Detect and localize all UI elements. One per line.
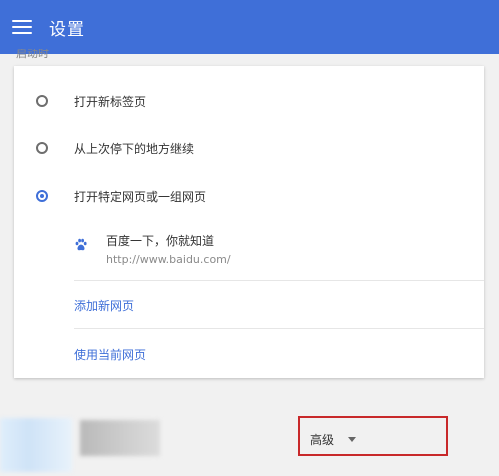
use-current-pages-link[interactable]: 使用当前网页 [74, 346, 146, 363]
menu-icon[interactable] [12, 20, 32, 34]
advanced-toggle-button[interactable]: 高级 [310, 431, 357, 448]
blurred-region [0, 418, 72, 472]
add-new-page-link[interactable]: 添加新网页 [74, 297, 134, 314]
startup-page-entry[interactable]: 百度一下，你就知道 http://www.baidu.com/ [74, 226, 474, 272]
baidu-paw-icon [75, 238, 87, 251]
startup-option-label: 从上次停下的地方继续 [74, 141, 195, 156]
radio-specific-pages[interactable] [36, 190, 48, 202]
radio-continue[interactable] [36, 142, 48, 154]
app-header: 设置 [0, 0, 499, 54]
page-title: 设置 [49, 19, 85, 40]
startup-option-specific-pages[interactable]: 打开特定网页或一组网页 [14, 181, 484, 211]
startup-option-new-tab[interactable]: 打开新标签页 [14, 86, 484, 116]
divider [74, 328, 484, 329]
section-label-on-startup: 启动时 [16, 49, 49, 59]
blurred-region [80, 420, 160, 456]
startup-option-continue[interactable]: 从上次停下的地方继续 [14, 133, 484, 163]
startup-page-url: http://www.baidu.com/ [106, 253, 231, 266]
divider [74, 280, 484, 281]
chevron-down-icon [348, 437, 357, 442]
advanced-label: 高级 [310, 433, 335, 447]
startup-card: 打开新标签页 从上次停下的地方继续 打开特定网页或一组网页 百度一下，你就知道 … [14, 66, 484, 378]
startup-page-title: 百度一下，你就知道 [106, 234, 215, 248]
startup-option-label: 打开特定网页或一组网页 [74, 189, 207, 204]
radio-new-tab[interactable] [36, 95, 48, 107]
startup-option-label: 打开新标签页 [74, 94, 147, 109]
